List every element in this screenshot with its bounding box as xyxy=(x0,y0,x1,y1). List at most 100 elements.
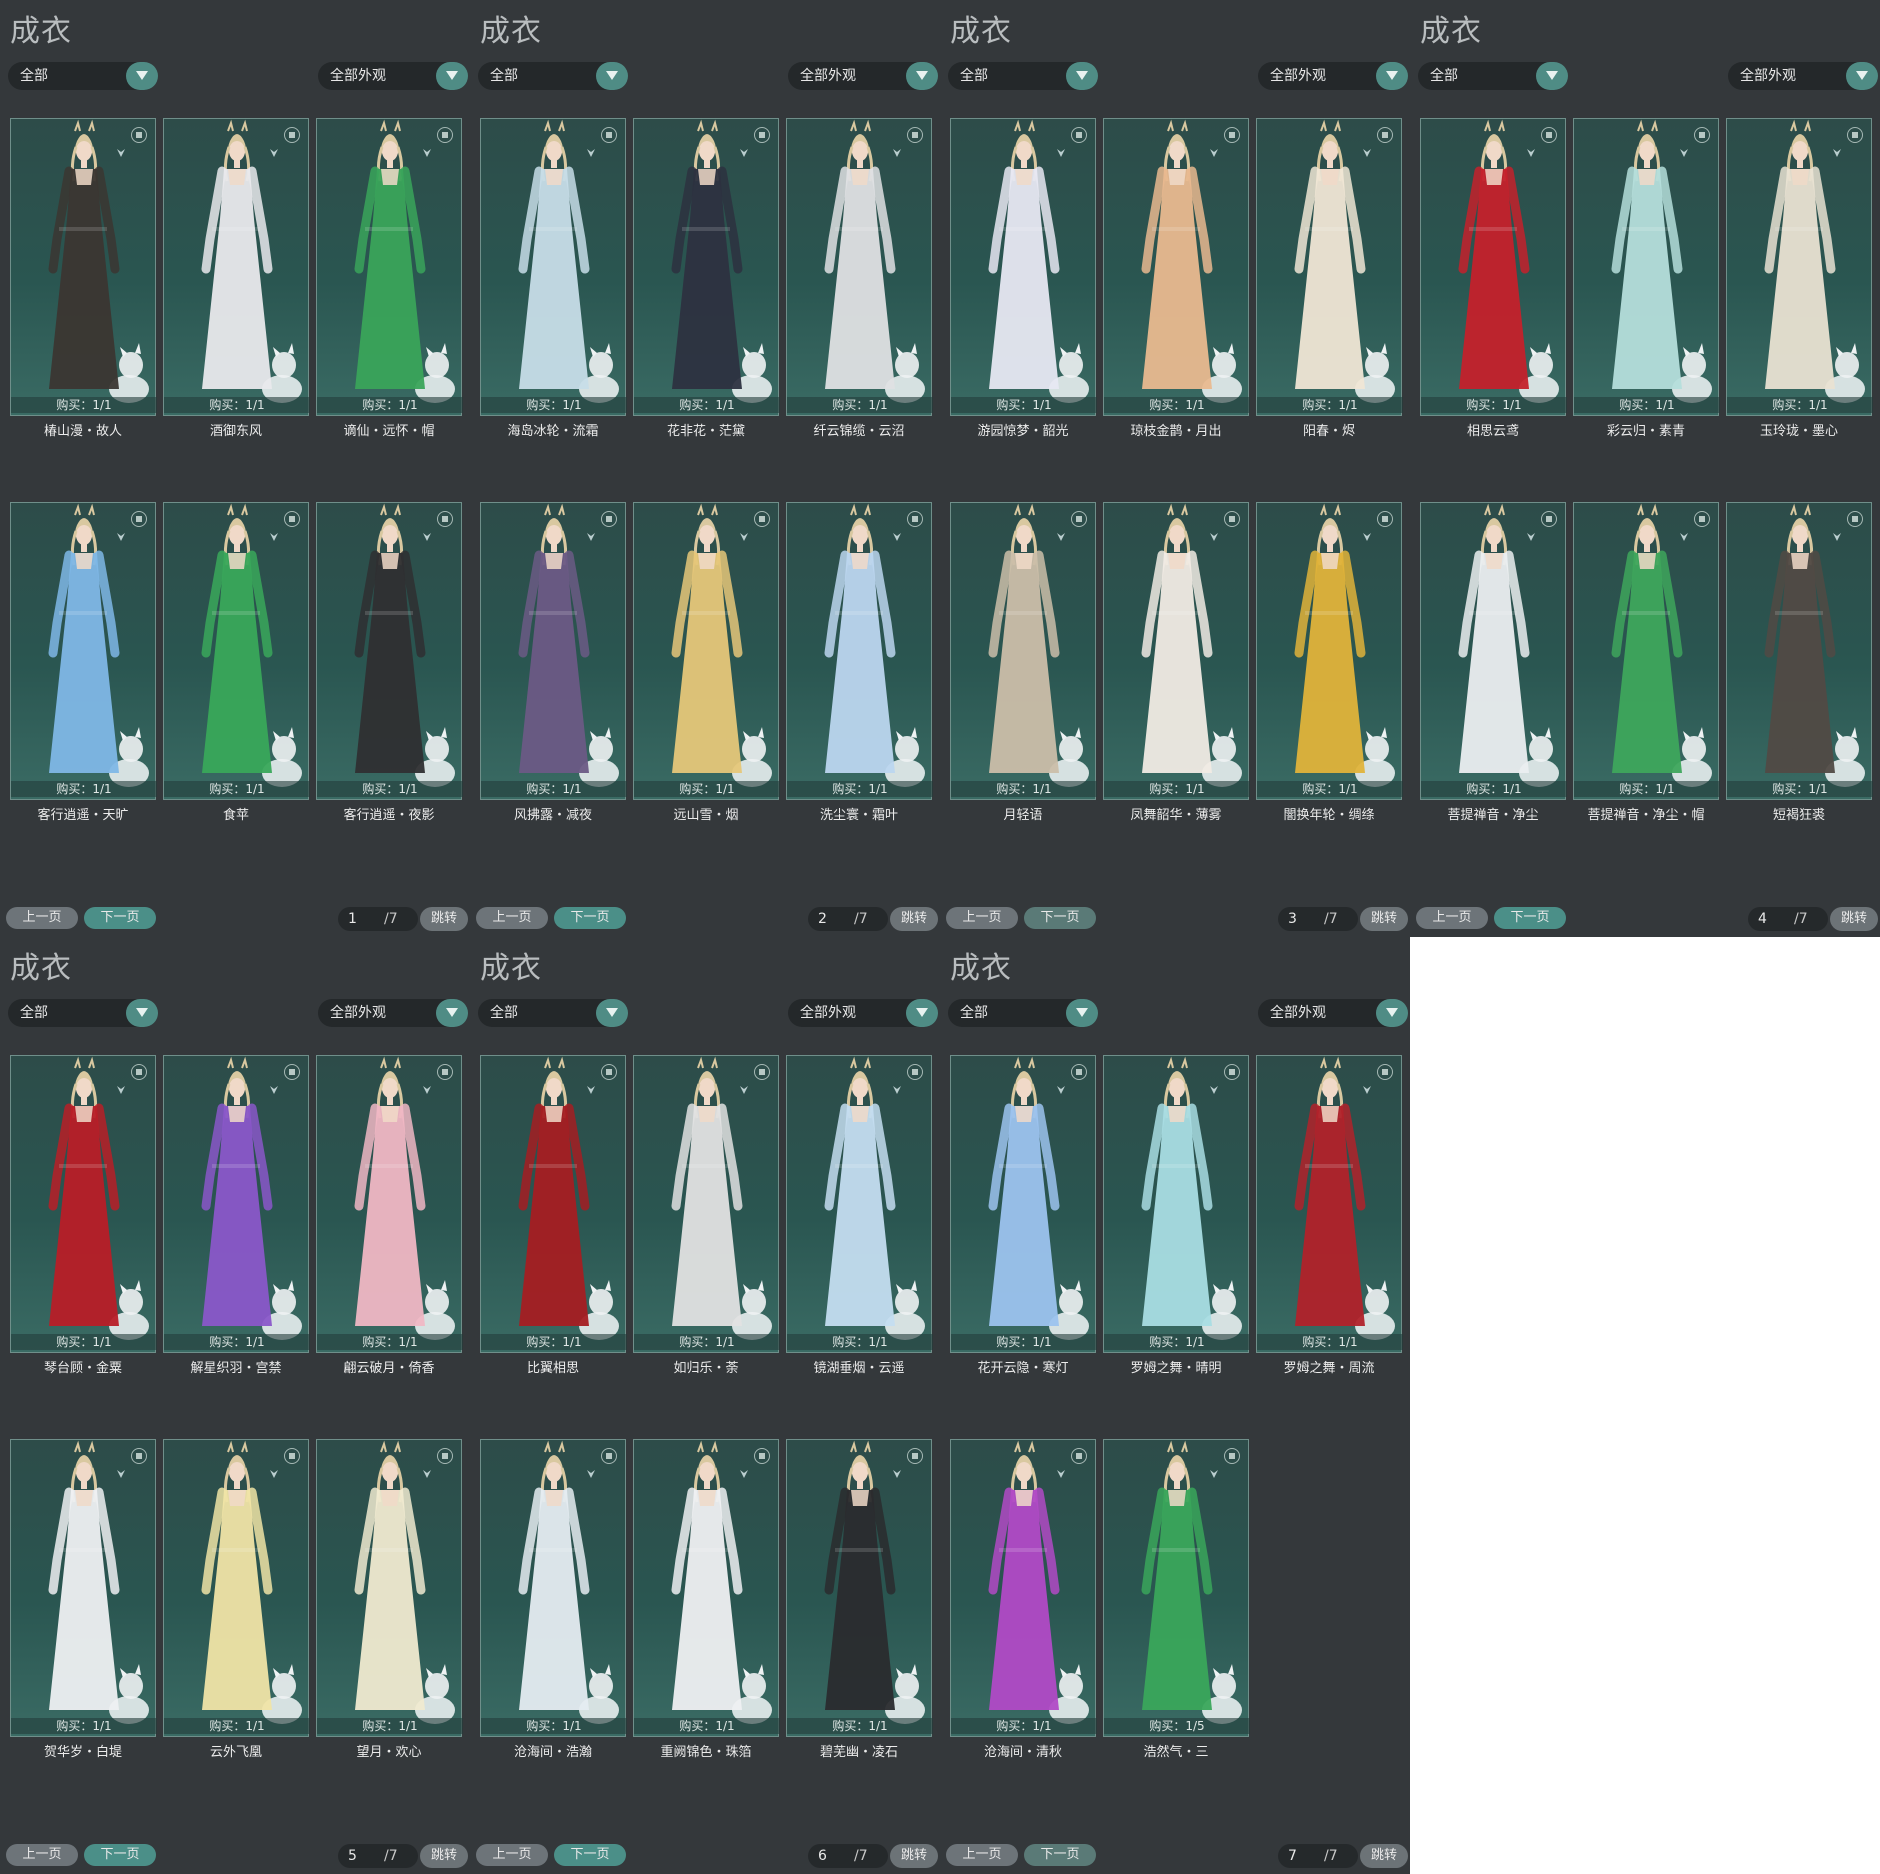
trash-icon[interactable] xyxy=(1224,1064,1240,1080)
page-number-input[interactable]: 6/7 xyxy=(808,1844,888,1868)
jump-button[interactable]: 跳转 xyxy=(890,1844,938,1868)
outfit-card[interactable]: 购买：1/1 客行逍遥・天旷 xyxy=(10,502,157,823)
jump-button[interactable]: 跳转 xyxy=(1830,907,1878,931)
chevron-down-icon[interactable] xyxy=(126,999,158,1027)
chevron-down-icon[interactable] xyxy=(1376,999,1408,1027)
next-page-button[interactable]: 下一页 xyxy=(554,1844,626,1866)
trash-icon[interactable] xyxy=(1377,127,1393,143)
outfit-card[interactable]: 购买：1/1 闇换年轮・绸绦 xyxy=(1256,502,1403,823)
outfit-card[interactable]: 购买：1/1 纤云锦缆・云沼 xyxy=(786,118,933,439)
outfit-card[interactable]: 购买：1/1 洗尘寰・霜叶 xyxy=(786,502,933,823)
outfit-card[interactable]: 购买：1/1 花开云隐・寒灯 xyxy=(950,1055,1097,1376)
trash-icon[interactable] xyxy=(437,1064,453,1080)
trash-icon[interactable] xyxy=(284,1064,300,1080)
chevron-down-icon[interactable] xyxy=(126,62,158,90)
prev-page-button[interactable]: 上一页 xyxy=(476,907,548,929)
outfit-card[interactable]: 购买：1/1 解星织羽・宫禁 xyxy=(163,1055,310,1376)
outfit-card[interactable]: 购买：1/1 椿山漫・故人 xyxy=(10,118,157,439)
outfit-card[interactable]: 购买：1/1 琼枝金鹊・月出 xyxy=(1103,118,1250,439)
outfit-card[interactable]: 购买：1/1 凤舞韶华・薄雾 xyxy=(1103,502,1250,823)
appearance-filter-dropdown[interactable]: 全部外观 xyxy=(788,62,938,90)
page-number-input[interactable]: 5/7 xyxy=(338,1844,418,1868)
trash-icon[interactable] xyxy=(1071,511,1087,527)
category-filter-dropdown[interactable]: 全部 xyxy=(478,62,628,90)
jump-button[interactable]: 跳转 xyxy=(1360,1844,1408,1868)
trash-icon[interactable] xyxy=(1377,1064,1393,1080)
outfit-card[interactable]: 购买：1/1 如归乐・荼 xyxy=(633,1055,780,1376)
outfit-card[interactable]: 购买：1/1 远山雪・烟 xyxy=(633,502,780,823)
outfit-card[interactable]: 购买：1/1 客行逍遥・夜影 xyxy=(316,502,463,823)
outfit-card[interactable]: 购买：1/1 玉玲珑・墨心 xyxy=(1726,118,1873,439)
outfit-card[interactable]: 购买：1/5 浩然气・三 xyxy=(1103,1439,1250,1760)
trash-icon[interactable] xyxy=(284,1448,300,1464)
chevron-down-icon[interactable] xyxy=(1536,62,1568,90)
next-page-button[interactable]: 下一页 xyxy=(84,1844,156,1866)
trash-icon[interactable] xyxy=(437,511,453,527)
outfit-card[interactable]: 购买：1/1 云外飞凰 xyxy=(163,1439,310,1760)
trash-icon[interactable] xyxy=(437,1448,453,1464)
outfit-card[interactable]: 购买：1/1 重阙锦色・珠箔 xyxy=(633,1439,780,1760)
next-page-button[interactable]: 下一页 xyxy=(554,907,626,929)
prev-page-button[interactable]: 上一页 xyxy=(476,1844,548,1866)
trash-icon[interactable] xyxy=(131,511,147,527)
appearance-filter-dropdown[interactable]: 全部外观 xyxy=(788,999,938,1027)
trash-icon[interactable] xyxy=(1847,511,1863,527)
outfit-card[interactable]: 购买：1/1 菩提禅音・净尘 xyxy=(1420,502,1567,823)
prev-page-button[interactable]: 上一页 xyxy=(946,1844,1018,1866)
next-page-button[interactable]: 下一页 xyxy=(1494,907,1566,929)
outfit-card[interactable]: 购买：1/1 菩提禅音・净尘・帽 xyxy=(1573,502,1720,823)
outfit-card[interactable]: 购买：1/1 镜湖垂烟・云遥 xyxy=(786,1055,933,1376)
chevron-down-icon[interactable] xyxy=(1376,62,1408,90)
outfit-card[interactable]: 购买：1/1 阳春・烬 xyxy=(1256,118,1403,439)
outfit-card[interactable]: 购买：1/1 比翼相思 xyxy=(480,1055,627,1376)
trash-icon[interactable] xyxy=(1224,127,1240,143)
page-number-input[interactable]: 7/7 xyxy=(1278,1844,1358,1868)
outfit-card[interactable]: 购买：1/1 沧海间・清秋 xyxy=(950,1439,1097,1760)
jump-button[interactable]: 跳转 xyxy=(1360,907,1408,931)
page-number-input[interactable]: 4/7 xyxy=(1748,907,1828,931)
trash-icon[interactable] xyxy=(907,127,923,143)
trash-icon[interactable] xyxy=(437,127,453,143)
outfit-card[interactable]: 购买：1/1 琴台顾・金粟 xyxy=(10,1055,157,1376)
outfit-card[interactable]: 购买：1/1 望月・欢心 xyxy=(316,1439,463,1760)
chevron-down-icon[interactable] xyxy=(1066,62,1098,90)
chevron-down-icon[interactable] xyxy=(596,62,628,90)
category-filter-dropdown[interactable]: 全部 xyxy=(1418,62,1568,90)
trash-icon[interactable] xyxy=(1847,127,1863,143)
trash-icon[interactable] xyxy=(284,511,300,527)
trash-icon[interactable] xyxy=(1694,511,1710,527)
outfit-card[interactable]: 购买：1/1 海岛冰轮・流霜 xyxy=(480,118,627,439)
trash-icon[interactable] xyxy=(1541,127,1557,143)
trash-icon[interactable] xyxy=(601,511,617,527)
page-number-input[interactable]: 3/7 xyxy=(1278,907,1358,931)
trash-icon[interactable] xyxy=(284,127,300,143)
trash-icon[interactable] xyxy=(1694,127,1710,143)
category-filter-dropdown[interactable]: 全部 xyxy=(948,999,1098,1027)
appearance-filter-dropdown[interactable]: 全部外观 xyxy=(318,999,468,1027)
next-page-button[interactable]: 下一页 xyxy=(1024,907,1096,929)
trash-icon[interactable] xyxy=(907,511,923,527)
trash-icon[interactable] xyxy=(1224,511,1240,527)
outfit-card[interactable]: 购买：1/1 游园惊梦・韶光 xyxy=(950,118,1097,439)
jump-button[interactable]: 跳转 xyxy=(420,907,468,931)
prev-page-button[interactable]: 上一页 xyxy=(6,907,78,929)
next-page-button[interactable]: 下一页 xyxy=(1024,1844,1096,1866)
appearance-filter-dropdown[interactable]: 全部外观 xyxy=(1728,62,1878,90)
prev-page-button[interactable]: 上一页 xyxy=(1416,907,1488,929)
chevron-down-icon[interactable] xyxy=(596,999,628,1027)
outfit-card[interactable]: 购买：1/1 风拂露・减夜 xyxy=(480,502,627,823)
chevron-down-icon[interactable] xyxy=(906,999,938,1027)
page-number-input[interactable]: 2/7 xyxy=(808,907,888,931)
trash-icon[interactable] xyxy=(754,1448,770,1464)
trash-icon[interactable] xyxy=(907,1064,923,1080)
category-filter-dropdown[interactable]: 全部 xyxy=(8,62,158,90)
outfit-card[interactable]: 购买：1/1 罗姆之舞・晴明 xyxy=(1103,1055,1250,1376)
outfit-card[interactable]: 购买：1/1 罗姆之舞・周流 xyxy=(1256,1055,1403,1376)
outfit-card[interactable]: 购买：1/1 彩云归・素青 xyxy=(1573,118,1720,439)
prev-page-button[interactable]: 上一页 xyxy=(6,1844,78,1866)
page-number-input[interactable]: 1/7 xyxy=(338,907,418,931)
chevron-down-icon[interactable] xyxy=(1066,999,1098,1027)
outfit-card[interactable]: 购买：1/1 酒御东风 xyxy=(163,118,310,439)
trash-icon[interactable] xyxy=(1071,127,1087,143)
category-filter-dropdown[interactable]: 全部 xyxy=(478,999,628,1027)
